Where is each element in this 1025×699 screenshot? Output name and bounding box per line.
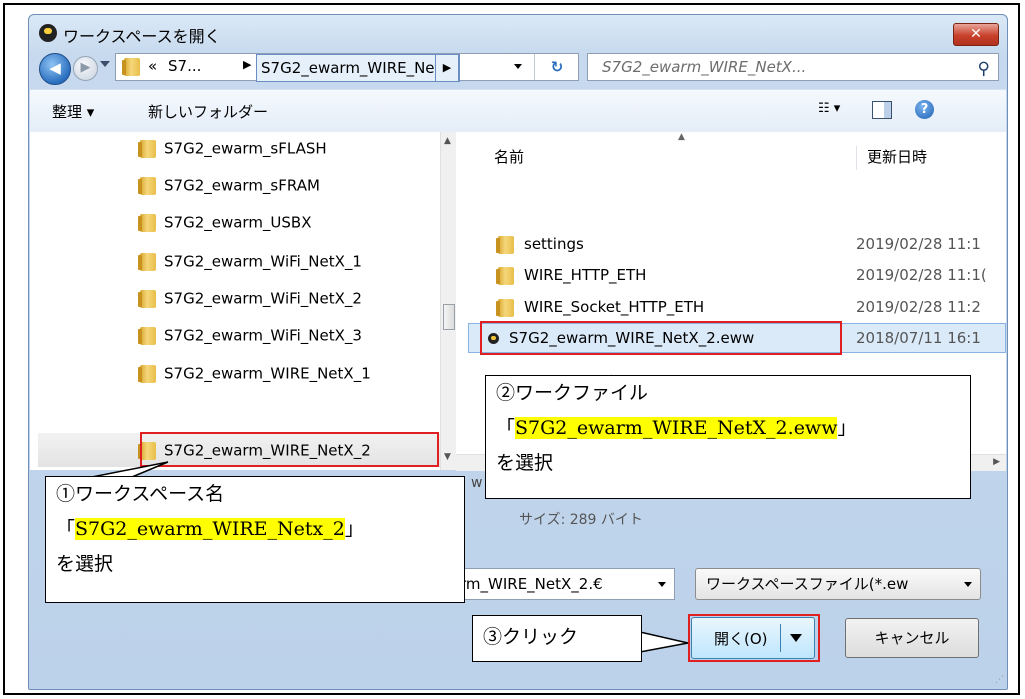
callout-3-text: ③クリック bbox=[483, 626, 579, 648]
callout-click: ③クリック bbox=[472, 615, 642, 662]
callout-3-pointer bbox=[639, 631, 689, 653]
